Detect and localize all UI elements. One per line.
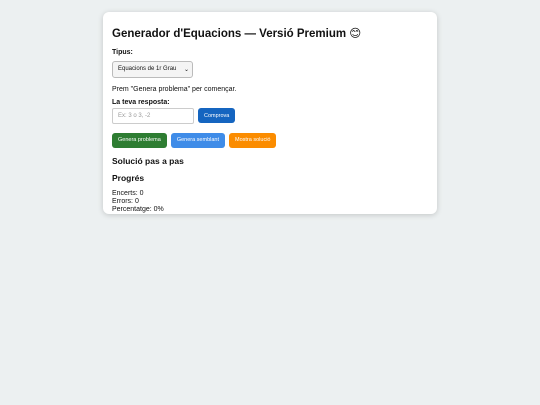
progress-stats: Encerts: 0 Errors: 0 Percentatge: 0% <box>112 190 428 214</box>
check-button[interactable]: Comprova <box>198 108 236 123</box>
status-message: Prem "Genera problema" per començar. <box>112 85 237 93</box>
main-card: Generador d'Equacions — Versió Premium 😊… <box>103 12 437 214</box>
type-select-value: Equacions de 1r Grau <box>118 66 177 72</box>
action-buttons: Genera problema Genera semblant Mostra s… <box>112 132 428 148</box>
chevron-down-icon: ⌄ <box>183 66 189 73</box>
correct-count: Encerts: 0 <box>112 189 144 197</box>
percentage: Percentatge: 0% <box>112 205 164 213</box>
answer-row: Ex: 3 o 3, -2 Comprova <box>112 107 428 124</box>
answer-placeholder: Ex: 3 o 3, -2 <box>118 112 151 119</box>
answer-input[interactable]: Ex: 3 o 3, -2 <box>112 107 194 124</box>
type-label: Tipus: <box>112 49 133 56</box>
show-solution-button[interactable]: Mostra solució <box>229 132 277 148</box>
solution-heading: Solució pas a pas <box>112 155 184 166</box>
answer-label: La teva resposta: <box>112 98 170 106</box>
error-count: Errors: 0 <box>112 197 139 205</box>
type-select[interactable]: Equacions de 1r Grau ⌄ <box>112 60 193 78</box>
generate-problem-button[interactable]: Genera problema <box>112 132 167 148</box>
progress-heading: Progrés <box>112 172 145 183</box>
page-title: Generador d'Equacions — Versió Premium 😊 <box>112 28 362 40</box>
generate-similar-button[interactable]: Genera semblant <box>170 132 226 148</box>
